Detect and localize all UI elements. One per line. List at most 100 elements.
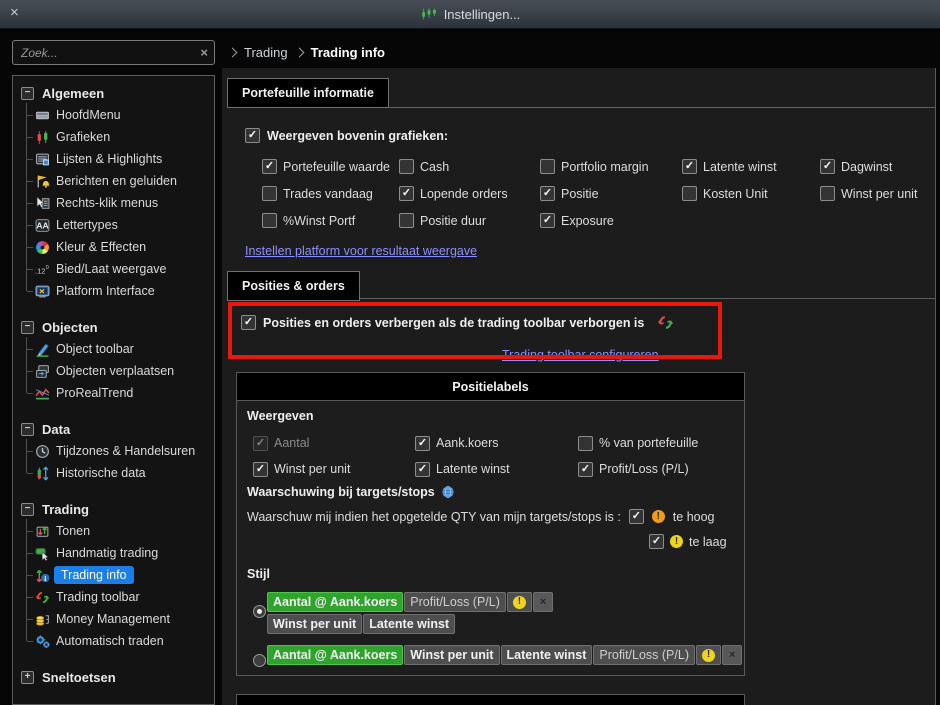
option-cash[interactable]: Cash [399, 159, 540, 174]
checkbox[interactable]: ✓ [820, 159, 835, 174]
warning-yellow-icon: ! [670, 535, 683, 548]
checkbox[interactable]: ✓ [253, 461, 268, 477]
checkbox[interactable]: ✓ [540, 213, 555, 228]
sidebar-item-bied-laat-weergave[interactable]: .12 0 Bied/Laat weergave [13, 258, 214, 280]
style-chip-row: Aantal @ Aank.koers Profit/Loss (P/L)! × [267, 592, 554, 612]
checkbox[interactable]: ✓ [540, 186, 555, 201]
sidebar-item-label: Money Management [56, 612, 170, 626]
option-exposure[interactable]: ✓ Exposure [540, 213, 682, 228]
sidebar-item-historische-data[interactable]: Historische data [13, 462, 214, 484]
sidebar-item-money-management[interactable]: Money Management [13, 608, 214, 630]
option-profit-loss-p-l[interactable]: ✓ Profit/Loss (P/L) [578, 461, 736, 477]
checkbox[interactable] [262, 186, 277, 201]
option-portfolio-margin[interactable]: Portfolio margin [540, 159, 682, 174]
search-input[interactable] [19, 44, 201, 61]
warning-row-high: Waarschuw mij indien het opgetelde QTY v… [247, 509, 715, 524]
style-option-2-radio[interactable] [253, 654, 266, 667]
window-title-wrap: Instellingen... [420, 7, 520, 22]
option-latente-winst[interactable]: ✓ Latente winst [682, 159, 820, 174]
sidebar-group-label: Trading [42, 501, 89, 517]
style-option-1-radio[interactable] [253, 605, 266, 618]
sidebar-item-object-toolbar[interactable]: Object toolbar [13, 338, 214, 360]
sidebar-item-tonen[interactable]: Tonen [13, 520, 214, 542]
checkbox-te-laag[interactable]: ✓ [649, 534, 664, 549]
sidebar-item-rechts-klik-menus[interactable]: Rechts-klik menus [13, 192, 214, 214]
hide-positions-option[interactable]: ✓ Posities en orders verbergen als de tr… [241, 314, 674, 331]
warning-orange-icon: ! [651, 510, 665, 523]
sidebar-group-label: Algemeen [42, 85, 105, 101]
search-box[interactable]: × [12, 40, 215, 65]
remove-style-button[interactable]: × [722, 645, 743, 665]
sidebar-item-kleur-effecten[interactable]: Kleur & Effecten [13, 236, 214, 258]
platform-results-link[interactable]: Instellen platform voor resultaat weerga… [245, 244, 477, 258]
option-positie[interactable]: ✓ Positie [540, 186, 682, 201]
sidebar-item-platform-interface[interactable]: Platform Interface [13, 280, 214, 302]
sidebar-group-header-objecten[interactable]: − Objecten [13, 316, 214, 338]
checkbox[interactable]: ✓ [399, 186, 414, 201]
option-aank-koers[interactable]: ✓ Aank.koers [415, 435, 578, 451]
sidebar-group-header-trading[interactable]: − Trading [13, 498, 214, 520]
sidebar-group-header-algemeen[interactable]: − Algemeen [13, 82, 214, 104]
trading-info-icon: i [35, 568, 50, 583]
collapse-icon[interactable]: − [21, 86, 34, 100]
weergeven-heading: Weergeven [247, 409, 314, 423]
sidebar-group-header-data[interactable]: − Data [13, 418, 214, 440]
checkbox-label: Posities en orders verbergen als de trad… [263, 315, 645, 330]
sidebar-item-hoofdmenu[interactable]: HoofdMenu [13, 104, 214, 126]
style-chip-profit-loss-p-l: Profit/Loss (P/L) [404, 592, 506, 612]
tab-portefeuille-informatie[interactable]: Portefeuille informatie [227, 78, 389, 108]
checkbox[interactable]: ✓ [415, 435, 430, 451]
tab-posities-orders[interactable]: Posities & orders [227, 271, 360, 301]
option-winst-portf[interactable]: %Winst Portf [262, 213, 399, 228]
collapse-icon[interactable]: − [21, 320, 34, 334]
sidebar-item-trading-info[interactable]: i Trading info [13, 564, 214, 586]
checkbox[interactable]: ✓ [262, 159, 277, 174]
checkbox-label: Cash [420, 159, 450, 174]
sidebar-item-grafieken[interactable]: Grafieken [13, 126, 214, 148]
option-van-portefeuille[interactable]: % van portefeuille [578, 435, 736, 451]
sidebar-item-handmatig-trading[interactable]: Handmatig trading [13, 542, 214, 564]
checkbox[interactable] [682, 186, 697, 201]
option-winst-per-unit[interactable]: ✓ Winst per unit [253, 461, 415, 477]
breadcrumb-trading[interactable]: Trading [244, 45, 288, 60]
checkbox[interactable] [578, 435, 593, 451]
configure-toolbar-link[interactable]: Trading toolbar configureren [502, 348, 659, 362]
checkbox[interactable] [540, 159, 555, 174]
sidebar-item-prorealtrend[interactable]: ProRealTrend [13, 382, 214, 404]
checkbox[interactable]: ✓ [578, 461, 593, 477]
checkbox[interactable]: ✓ [241, 315, 256, 330]
option-portefeuille-waarde[interactable]: ✓ Portefeuille waarde [262, 159, 399, 174]
expand-icon[interactable]: + [21, 670, 34, 684]
option-latente-winst[interactable]: ✓ Latente winst [415, 461, 578, 477]
checkbox[interactable]: ✓ [682, 159, 697, 174]
checkbox[interactable]: ✓ [245, 128, 260, 143]
sidebar-item-trading-toolbar[interactable]: Trading toolbar [13, 586, 214, 608]
option-positie-duur[interactable]: Positie duur [399, 213, 540, 228]
sidebar-item-berichten-en-geluiden[interactable]: Berichten en geluiden [13, 170, 214, 192]
sidebar-item-lijsten-highlights[interactable]: Lijsten & Highlights [13, 148, 214, 170]
sidebar-item-label: Automatisch traden [56, 634, 164, 648]
show-in-charts-option[interactable]: ✓ Weergeven bovenin grafieken: [245, 128, 448, 143]
option-winst-per-unit[interactable]: Winst per unit [820, 186, 935, 201]
option-lopende-orders[interactable]: ✓ Lopende orders [399, 186, 540, 201]
collapse-icon[interactable]: − [21, 422, 34, 436]
sidebar-group-header-sneltoetsen[interactable]: + Sneltoetsen [13, 666, 214, 688]
sidebar-item-tijdzones-handelsuren[interactable]: Tijdzones & Handelsuren [13, 440, 214, 462]
checkbox-te-hoog[interactable]: ✓ [628, 509, 644, 524]
option-dagwinst[interactable]: ✓ Dagwinst [820, 159, 935, 174]
remove-style-button[interactable]: × [532, 592, 554, 612]
sidebar-item-automatisch-traden[interactable]: Automatisch traden [13, 630, 214, 652]
close-window-button[interactable]: × [10, 5, 19, 20]
option-trades-vandaag[interactable]: Trades vandaag [262, 186, 399, 201]
checkbox[interactable] [820, 186, 835, 201]
checkbox[interactable] [262, 213, 277, 228]
option-kosten-unit[interactable]: Kosten Unit [682, 186, 820, 201]
clock-icon [35, 444, 50, 459]
sidebar-item-lettertypes[interactable]: AA Lettertypes [13, 214, 214, 236]
checkbox[interactable]: ✓ [415, 461, 430, 477]
checkbox[interactable] [399, 213, 414, 228]
clear-search-icon[interactable]: × [200, 46, 208, 59]
collapse-icon[interactable]: − [21, 502, 34, 516]
checkbox[interactable] [399, 159, 414, 174]
sidebar-item-objecten-verplaatsen[interactable]: Objecten verplaatsen [13, 360, 214, 382]
